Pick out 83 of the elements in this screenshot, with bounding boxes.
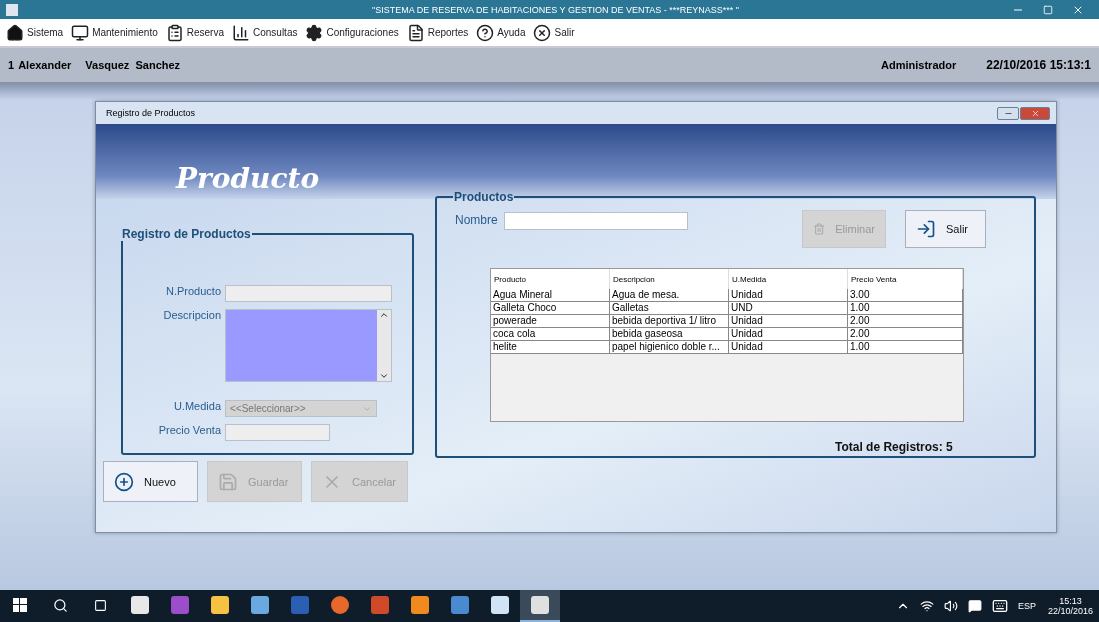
menu-item[interactable]: Reportes	[404, 23, 471, 42]
price-field[interactable]	[225, 424, 330, 441]
dialog-title: Registro de Productos	[106, 108, 196, 118]
form-button[interactable]: Nuevo	[103, 461, 198, 502]
table-cell: Galletas	[610, 302, 729, 315]
message-icon[interactable]	[967, 599, 982, 613]
volume-icon[interactable]	[943, 599, 958, 613]
menu-item[interactable]: Salir	[531, 23, 577, 42]
table-cell: 2.00	[848, 315, 963, 328]
menu-item[interactable]: Sistema	[4, 23, 66, 42]
task-view-icon	[93, 598, 107, 612]
windows-icon	[13, 598, 27, 612]
language-indicator[interactable]: ESP	[1017, 601, 1036, 611]
description-field[interactable]	[225, 309, 392, 382]
list-button[interactable]: Salir	[905, 210, 986, 248]
table-cell: coca cola	[491, 328, 610, 341]
taskbar-app-icon[interactable]	[520, 590, 560, 622]
table-cell: Unidad	[729, 328, 848, 341]
field-label: Nombre	[455, 213, 498, 227]
name-search-field[interactable]	[503, 212, 688, 230]
user-first-name: Alexander	[18, 59, 72, 71]
column-header[interactable]: U.Medida	[729, 269, 848, 289]
gears-icon	[305, 23, 324, 42]
table-cell: Agua Mineral	[491, 289, 610, 302]
keyboard-icon[interactable]	[991, 598, 1008, 614]
user-last-names: Vasquez Sanchez	[85, 59, 181, 71]
close-button[interactable]	[1020, 106, 1050, 120]
table-cell: papel higienico doble r...	[610, 341, 729, 354]
menu-item[interactable]: Consultas	[229, 23, 300, 42]
close-icon	[1030, 108, 1040, 118]
menu-item[interactable]: Reserva	[163, 23, 226, 42]
search-icon	[52, 597, 68, 613]
clock[interactable]: 15:13 22/10/2016	[1047, 596, 1093, 616]
table-cell: bebida deportiva 1/ litro	[610, 315, 729, 328]
document-icon	[406, 23, 425, 42]
date-time: 22/10/2016 15:13:1	[986, 58, 1091, 72]
field-label: Precio Venta	[157, 424, 221, 436]
minimize-button[interactable]	[997, 106, 1019, 120]
table-cell: Unidad	[729, 289, 848, 302]
monitor-icon	[71, 23, 90, 42]
table-cell: UND	[729, 302, 848, 315]
plus-icon	[114, 471, 134, 492]
dialog-heading: Producto	[176, 162, 320, 195]
menu-item[interactable]: Mantenimiento	[69, 23, 160, 42]
user-role: Administrador	[881, 59, 957, 71]
table-cell: Unidad	[729, 315, 848, 328]
exit-icon	[916, 219, 936, 239]
table-cell: 3.00	[848, 289, 963, 302]
table-cell: Agua de mesa.	[610, 289, 729, 302]
table-cell: Galleta Choco	[491, 302, 610, 315]
scroll-up-icon[interactable]	[379, 310, 389, 320]
help-icon	[476, 23, 495, 42]
save-icon	[218, 471, 238, 492]
user-id: 1	[8, 59, 15, 71]
group-title: Registro de Productos	[121, 227, 252, 241]
menu-item[interactable]: Configuraciones	[303, 23, 401, 42]
restore-icon	[1043, 4, 1053, 15]
column-header[interactable]: Producto	[491, 269, 610, 289]
scrollbar[interactable]	[377, 310, 391, 381]
close-icon	[533, 23, 552, 42]
product-field[interactable]	[225, 285, 392, 302]
table-cell: 1.00	[848, 302, 963, 315]
window-title: "SISTEMA DE RESERVA DE HABITACIONES Y GESTION DE VENTAS - ***REYNASS*** "	[371, 4, 740, 15]
app-icon	[6, 3, 18, 16]
column-header[interactable]: Descripcion	[610, 269, 729, 289]
bar-chart-icon	[231, 23, 250, 42]
house-icon	[6, 23, 24, 42]
record-total: Total de Registros: 5	[835, 440, 954, 454]
table-cell: helite	[491, 341, 610, 354]
table-cell: 2.00	[848, 328, 963, 341]
menu-item[interactable]: Ayuda	[474, 23, 528, 42]
group-title: Productos	[453, 190, 515, 204]
scroll-down-icon[interactable]	[379, 371, 389, 381]
table-cell: 1.00	[848, 341, 963, 354]
wifi-icon[interactable]	[919, 599, 934, 613]
column-header[interactable]: Precio Venta	[848, 269, 963, 289]
table-cell: bebida gaseosa	[610, 328, 729, 341]
field-label: N.Producto	[164, 285, 221, 297]
field-label: Descripcion	[162, 309, 221, 321]
table-cell: powerade	[491, 315, 610, 328]
clipboard-icon	[165, 23, 184, 42]
field-label: U.Medida	[172, 400, 221, 412]
table-cell: Unidad	[729, 341, 848, 354]
